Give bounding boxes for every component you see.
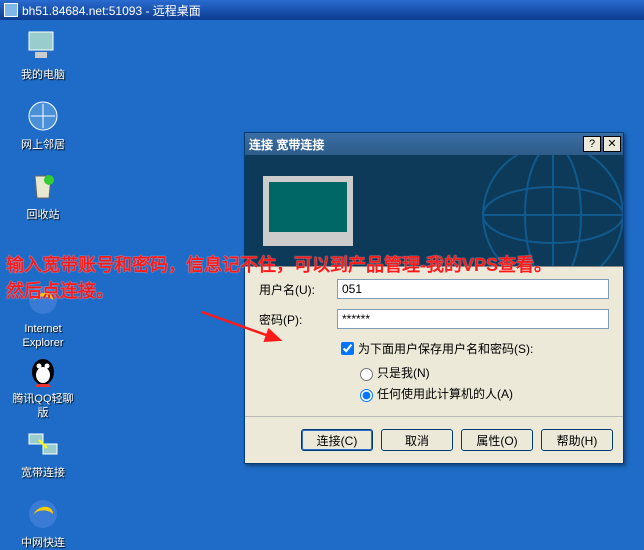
desktop-icon-中网快连[interactable]: 中网快连	[8, 496, 78, 550]
help-title-button[interactable]: ?	[583, 136, 601, 152]
close-title-button[interactable]: ✕	[603, 136, 621, 152]
icon-label: 我的电脑	[8, 68, 78, 82]
dialog-button-row: 连接(C) 取消 属性(O) 帮助(H)	[245, 416, 623, 463]
icon-graphic	[25, 168, 61, 204]
icon-label: 网上邻居	[8, 138, 78, 152]
dialog-title: 连接 宽带连接	[249, 136, 581, 153]
icon-graphic	[25, 98, 61, 134]
icon-graphic	[25, 28, 61, 64]
desktop-icon-腾讯QQ轻聊 版[interactable]: 腾讯QQ轻聊版	[8, 352, 78, 420]
radio-only-me-label: 只是我(N)	[377, 364, 430, 381]
window-title: bh51.84684.net:51093 - 远程桌面	[22, 2, 201, 19]
dialog-title-bar[interactable]: 连接 宽带连接 ? ✕	[245, 133, 623, 155]
save-credentials-checkbox[interactable]	[341, 342, 354, 355]
radio-anyone-label: 任何使用此计算机的人(A)	[377, 385, 513, 402]
properties-button[interactable]: 属性(O)	[461, 429, 533, 451]
arrow-annotation	[200, 310, 290, 350]
desktop-icon-回收站[interactable]: 回收站	[8, 168, 78, 222]
icon-graphic	[25, 426, 61, 462]
icon-label: 宽带连接	[8, 466, 78, 480]
desktop-icon-我的电脑[interactable]: 我的电脑	[8, 28, 78, 82]
dialog-banner	[245, 155, 623, 267]
save-credentials-label: 为下面用户保存用户名和密码(S):	[358, 340, 533, 357]
icon-label: 腾讯QQ轻聊版	[8, 392, 78, 420]
icon-label: InternetExplorer	[8, 322, 78, 350]
instruction-overlay: 输入宽带账号和密码，信息记不住，可以到产品管理-我的VPS查看。 然后点连接。	[6, 252, 552, 304]
icon-label: 中网快连	[8, 536, 78, 550]
help-button[interactable]: 帮助(H)	[541, 429, 613, 451]
globe-icon	[443, 155, 623, 267]
radio-anyone[interactable]	[360, 389, 373, 402]
radio-only-me[interactable]	[360, 368, 373, 381]
desktop: 我的电脑网上邻居回收站InternetExplorer腾讯QQ轻聊版宽带连接中网…	[0, 20, 644, 528]
monitor-icon	[263, 176, 353, 246]
desktop-icon-宽带连接[interactable]: 宽带连接	[8, 426, 78, 480]
icon-graphic	[25, 496, 61, 532]
desktop-icon-网上邻居[interactable]: 网上邻居	[8, 98, 78, 152]
icon-graphic	[25, 352, 61, 388]
remote-desktop-title-bar: bh51.84684.net:51093 - 远程桌面	[0, 0, 644, 20]
password-input[interactable]	[337, 309, 609, 329]
window-icon	[4, 3, 18, 17]
cancel-button[interactable]: 取消	[381, 429, 453, 451]
connect-button[interactable]: 连接(C)	[301, 429, 373, 451]
icon-label: 回收站	[8, 208, 78, 222]
